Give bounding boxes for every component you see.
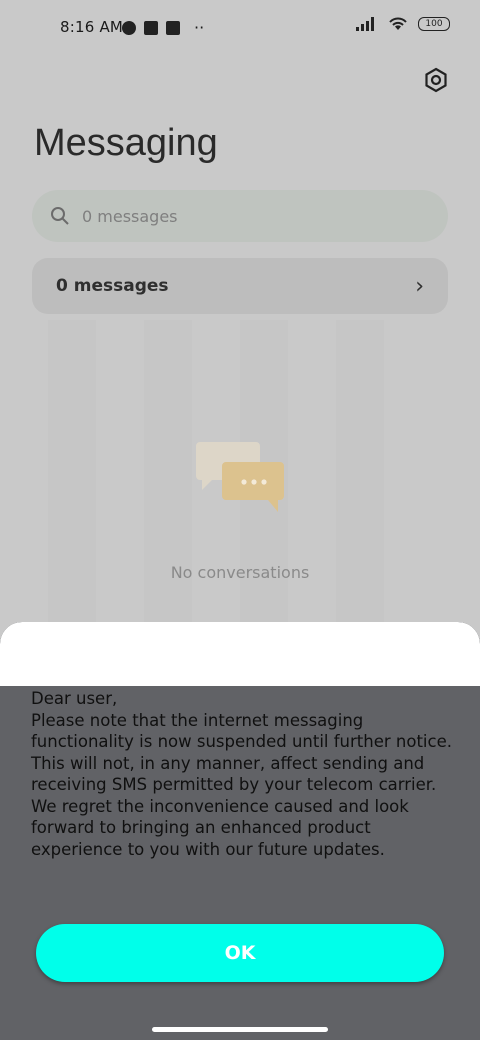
status-time: 8:16 AM bbox=[60, 18, 124, 36]
app-square-icon bbox=[144, 20, 158, 35]
dialog-header bbox=[0, 622, 480, 686]
more-notifications-icon: ·· bbox=[194, 18, 205, 37]
empty-state-text: No conversations bbox=[170, 563, 310, 582]
home-indicator[interactable] bbox=[152, 1027, 328, 1032]
status-bar: 8:16 AM ·· 100 bbox=[0, 0, 480, 56]
ok-button[interactable]: OK bbox=[36, 924, 444, 982]
battery-icon: 100 bbox=[418, 17, 450, 31]
wifi-icon bbox=[389, 17, 407, 30]
system-status: 100 bbox=[356, 16, 450, 32]
search-icon bbox=[51, 207, 69, 225]
page-title: Messaging bbox=[34, 122, 218, 164]
upload-icon bbox=[166, 20, 180, 35]
settings-button[interactable] bbox=[422, 66, 450, 94]
notification-icons: ·· bbox=[122, 18, 204, 37]
dialog-message: Dear user, Please note that the internet… bbox=[31, 689, 452, 859]
messages-card[interactable]: 0 messages › bbox=[32, 258, 448, 314]
messages-card-label: 0 messages bbox=[56, 276, 169, 296]
notice-dialog: Dear user, Please note that the internet… bbox=[0, 622, 480, 1040]
settings-icon bbox=[425, 67, 447, 93]
chevron-right-icon: › bbox=[415, 273, 424, 299]
signal-icon bbox=[356, 17, 374, 31]
search-placeholder: 0 messages bbox=[82, 206, 178, 226]
chat-bubbles-icon bbox=[196, 442, 284, 512]
app-notification-icon bbox=[122, 20, 136, 35]
search-bar[interactable]: 0 messages bbox=[32, 190, 448, 242]
